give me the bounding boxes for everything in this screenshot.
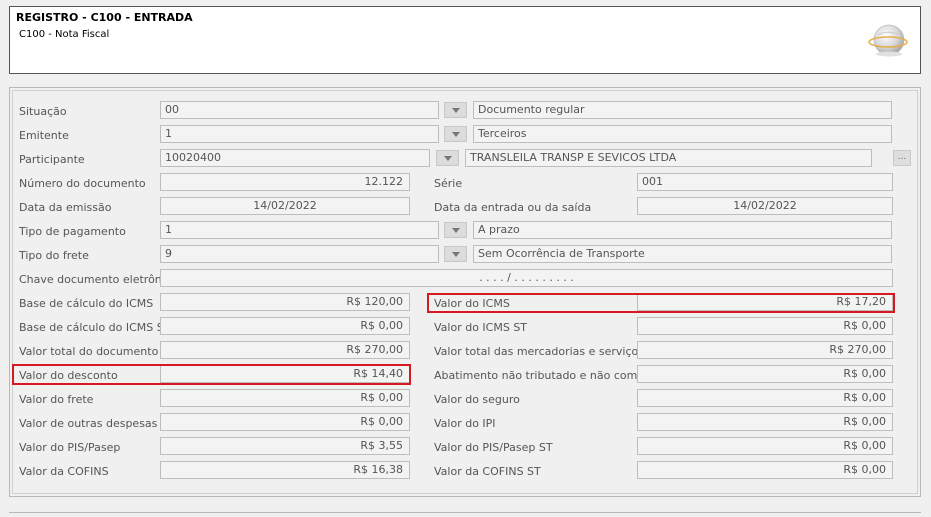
pis-pasep-st-label: Valor do PIS/Pasep ST <box>434 441 553 454</box>
outras-despesas-field[interactable]: R$ 0,00 <box>160 413 410 431</box>
data-emissao-field[interactable]: 14/02/2022 <box>160 197 410 215</box>
chave-documento-label: Chave documento eletrônico <box>19 273 178 286</box>
valor-ipi-field[interactable]: R$ 0,00 <box>637 413 893 431</box>
tipo-pagamento-code-field[interactable]: 1 <box>160 221 439 239</box>
tipo-pagamento-label: Tipo de pagamento <box>19 225 126 238</box>
numero-documento-label: Número do documento <box>19 177 146 190</box>
outras-despesas-label: Valor de outras despesas <box>19 417 158 430</box>
base-icms-st-field[interactable]: R$ 0,00 <box>160 317 410 335</box>
bottom-panel-edge <box>9 512 921 517</box>
base-icms-st-label: Base de cálculo do ICMS ST <box>19 321 171 334</box>
tipo-frete-code-field[interactable]: 9 <box>160 245 439 263</box>
emitente-code-field[interactable]: 1 <box>160 125 439 143</box>
pis-pasep-field[interactable]: R$ 3,55 <box>160 437 410 455</box>
situacao-code-field[interactable]: 00 <box>160 101 439 119</box>
valor-icms-highlight <box>427 293 895 313</box>
chave-documento-field[interactable]: . . . . / . . . . . . . . . <box>160 269 893 287</box>
base-icms-label: Base de cálculo do ICMS <box>19 297 154 310</box>
valor-ipi-label: Valor do IPI <box>434 417 496 430</box>
participante-label: Participante <box>19 153 85 166</box>
serie-label: Série <box>434 177 463 190</box>
valor-total-documento-field[interactable]: R$ 270,00 <box>160 341 410 359</box>
globe-logo-icon <box>868 24 908 57</box>
participante-desc-field[interactable]: TRANSLEILA TRANSP E SEVICOS LTDA <box>465 149 872 167</box>
emitente-dropdown-button[interactable] <box>444 126 467 142</box>
tipo-pagamento-desc-field[interactable]: A prazo <box>473 221 892 239</box>
valor-icms-st-label: Valor do ICMS ST <box>434 321 528 334</box>
valor-seguro-field[interactable]: R$ 0,00 <box>637 389 893 407</box>
valor-frete-label: Valor do frete <box>19 393 94 406</box>
participante-search-button[interactable]: ... <box>893 150 911 166</box>
valor-icms-st-field[interactable]: R$ 0,00 <box>637 317 893 335</box>
valor-total-documento-label: Valor total do documento <box>19 345 159 358</box>
participante-code-field[interactable]: 10020400 <box>160 149 430 167</box>
abatimento-field[interactable]: R$ 0,00 <box>637 365 893 383</box>
record-header: REGISTRO - C100 - ENTRADA C100 - Nota Fi… <box>9 6 921 74</box>
tipo-frete-dropdown-button[interactable] <box>444 246 467 262</box>
base-icms-field[interactable]: R$ 120,00 <box>160 293 410 311</box>
serie-field[interactable]: 001 <box>637 173 893 191</box>
valor-desconto-highlight <box>12 364 411 385</box>
numero-documento-field[interactable]: 12.122 <box>160 173 410 191</box>
situacao-dropdown-button[interactable] <box>444 102 467 118</box>
valor-total-mercadorias-field[interactable]: R$ 270,00 <box>637 341 893 359</box>
data-emissao-label: Data da emissão <box>19 201 112 214</box>
cofins-st-field[interactable]: R$ 0,00 <box>637 461 893 479</box>
cofins-st-label: Valor da COFINS ST <box>434 465 541 478</box>
data-entrada-label: Data da entrada ou da saída <box>434 201 592 214</box>
data-entrada-field[interactable]: 14/02/2022 <box>637 197 893 215</box>
page-subtitle: C100 - Nota Fiscal <box>19 29 110 40</box>
situacao-label: Situação <box>19 105 67 118</box>
valor-seguro-label: Valor do seguro <box>434 393 520 406</box>
tipo-frete-desc-field[interactable]: Sem Ocorrência de Transporte <box>473 245 892 263</box>
page-title: REGISTRO - C100 - ENTRADA <box>16 11 193 24</box>
situacao-desc-field[interactable]: Documento regular <box>473 101 892 119</box>
cofins-label: Valor da COFINS <box>19 465 109 478</box>
emitente-desc-field[interactable]: Terceiros <box>473 125 892 143</box>
pis-pasep-st-field[interactable]: R$ 0,00 <box>637 437 893 455</box>
participante-dropdown-button[interactable] <box>436 150 459 166</box>
pis-pasep-label: Valor do PIS/Pasep <box>19 441 121 454</box>
abatimento-label: Abatimento não tributado e não comercial <box>434 369 668 382</box>
cofins-field[interactable]: R$ 16,38 <box>160 461 410 479</box>
emitente-label: Emitente <box>19 129 69 142</box>
tipo-frete-label: Tipo do frete <box>19 249 89 262</box>
valor-total-mercadorias-label: Valor total das mercadorias e serviços <box>434 345 644 358</box>
tipo-pagamento-dropdown-button[interactable] <box>444 222 467 238</box>
valor-frete-field[interactable]: R$ 0,00 <box>160 389 410 407</box>
